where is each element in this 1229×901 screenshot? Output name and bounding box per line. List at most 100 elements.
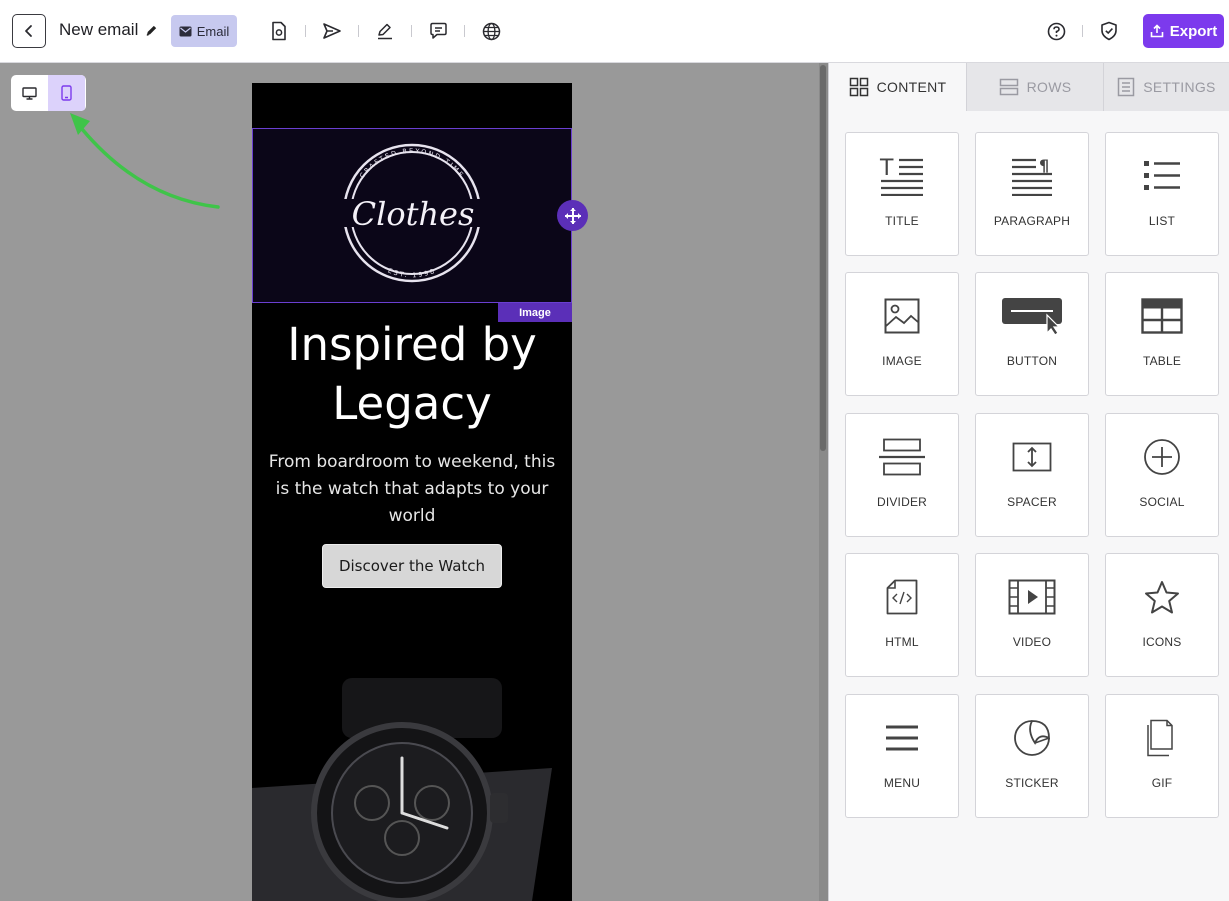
email-mode-label: Email	[196, 23, 230, 39]
block-gif[interactable]: GIF	[1105, 694, 1219, 818]
block-sticker-label: STICKER	[1005, 776, 1059, 790]
pen-icon	[378, 23, 392, 40]
block-html-label: HTML	[885, 635, 919, 649]
button-icon	[1002, 298, 1062, 335]
toolbar-divider	[411, 25, 412, 37]
block-table[interactable]: TABLE	[1105, 272, 1219, 396]
rows-icon	[999, 78, 1018, 96]
top-bar: New email Email Export	[0, 0, 1229, 63]
export-button[interactable]: Export	[1143, 14, 1224, 48]
spacer-icon	[1012, 442, 1052, 472]
send-icon	[323, 23, 341, 39]
block-menu[interactable]: MENU	[845, 694, 959, 818]
move-handle[interactable]	[557, 200, 588, 231]
grid-icon	[849, 77, 868, 97]
table-icon	[1141, 298, 1183, 334]
block-image[interactable]: IMAGE	[845, 272, 959, 396]
canvas-scrollbar[interactable]	[819, 63, 828, 901]
edit-style-button[interactable]	[373, 19, 397, 43]
email-mode-chip[interactable]: Email	[171, 15, 237, 47]
block-spacer-label: SPACER	[1007, 495, 1057, 509]
document-title-text[interactable]: New email	[59, 20, 138, 40]
block-social[interactable]: SOCIAL	[1105, 413, 1219, 537]
block-sticker[interactable]: STICKER	[975, 694, 1089, 818]
panel-tabs: CONTENT ROWS SETTINGS	[829, 63, 1229, 111]
mail-icon	[179, 26, 192, 36]
block-table-label: TABLE	[1142, 354, 1182, 368]
send-button[interactable]	[320, 19, 344, 43]
language-button[interactable]	[479, 19, 503, 43]
svg-text:CRAFTED BEYOND TIME: CRAFTED BEYOND TIME	[358, 147, 466, 180]
block-gif-label: GIF	[1151, 776, 1173, 790]
tab-content-label: CONTENT	[876, 79, 947, 95]
export-icon	[1150, 24, 1164, 38]
side-panel: CONTENT ROWS SETTINGS T TITLE ¶ PARAGRAP…	[828, 63, 1229, 901]
back-button[interactable]	[12, 14, 46, 48]
tab-settings[interactable]: SETTINGS	[1104, 63, 1229, 111]
block-video-label: VIDEO	[1012, 635, 1052, 649]
block-social-label: SOCIAL	[1139, 495, 1185, 509]
block-list[interactable]: LIST	[1105, 132, 1219, 256]
desktop-icon	[22, 86, 37, 100]
editor-canvas[interactable]: CRAFTED BEYOND TIME EST. 1998 Clothes Im…	[0, 63, 828, 901]
file-settings-button[interactable]	[267, 19, 291, 43]
gif-icon	[1147, 719, 1173, 757]
toolbar-divider	[305, 25, 306, 37]
help-button[interactable]	[1044, 19, 1068, 43]
comment-icon	[429, 22, 447, 39]
tab-rows[interactable]: ROWS	[967, 63, 1104, 111]
hero-title[interactable]: Inspired by Legacy	[252, 315, 572, 433]
block-title-label: TITLE	[885, 214, 919, 228]
image-icon	[884, 298, 920, 334]
video-icon	[1008, 579, 1056, 615]
star-icon	[1145, 581, 1179, 614]
social-icon	[1144, 439, 1180, 475]
hero-subtitle[interactable]: From boardroom to weekend, this is the w…	[252, 449, 572, 530]
toolbar-divider	[1082, 25, 1083, 37]
list-icon	[1144, 161, 1180, 190]
block-paragraph-label: PARAGRAPH	[993, 214, 1071, 228]
title-icon: T	[879, 156, 923, 196]
block-icons[interactable]: ICONS	[1105, 553, 1219, 677]
shield-check-icon	[1101, 21, 1117, 41]
tab-settings-label: SETTINGS	[1143, 79, 1216, 95]
document-title[interactable]: New email	[59, 20, 159, 40]
block-video[interactable]: VIDEO	[975, 553, 1089, 677]
annotation-arrow	[70, 113, 220, 209]
chevron-left-icon	[25, 25, 32, 37]
sticker-icon	[1014, 720, 1050, 756]
export-label: Export	[1169, 22, 1218, 40]
toolbar-divider	[358, 25, 359, 37]
question-circle-icon	[1047, 22, 1065, 40]
discover-watch-button[interactable]: Discover the Watch	[322, 544, 502, 588]
block-icons-label: ICONS	[1142, 635, 1182, 649]
svg-text:¶: ¶	[1039, 156, 1049, 175]
block-paragraph[interactable]: ¶ PARAGRAPH	[975, 132, 1089, 256]
html-icon	[886, 579, 918, 615]
block-menu-label: MENU	[883, 776, 921, 790]
block-image-label: IMAGE	[882, 354, 922, 368]
settings-file-icon	[272, 21, 286, 41]
block-title[interactable]: T TITLE	[845, 132, 959, 256]
svg-text:T: T	[879, 156, 894, 181]
pencil-icon[interactable]	[144, 23, 159, 38]
block-button[interactable]: BUTTON	[975, 272, 1089, 396]
menu-icon	[886, 725, 918, 751]
tab-content[interactable]: CONTENT	[829, 63, 967, 111]
security-button[interactable]	[1097, 19, 1121, 43]
desktop-view-button[interactable]	[11, 75, 48, 111]
canvas-scroll-thumb[interactable]	[820, 65, 826, 451]
block-html[interactable]: HTML	[845, 553, 959, 677]
tab-rows-label: ROWS	[1026, 79, 1072, 95]
watch-product-image	[252, 678, 552, 901]
logo-image-block[interactable]: CRAFTED BEYOND TIME EST. 1998 Clothes	[252, 128, 572, 303]
block-button-label: BUTTON	[1006, 354, 1058, 368]
toolbar-divider	[464, 25, 465, 37]
block-divider[interactable]: DIVIDER	[845, 413, 959, 537]
block-spacer[interactable]: SPACER	[975, 413, 1089, 537]
mobile-icon	[61, 85, 72, 101]
globe-icon	[482, 22, 500, 40]
brand-logo-image: CRAFTED BEYOND TIME EST. 1998 Clothes	[341, 143, 483, 283]
comments-button[interactable]	[426, 19, 450, 43]
paragraph-icon: ¶	[1012, 156, 1052, 196]
